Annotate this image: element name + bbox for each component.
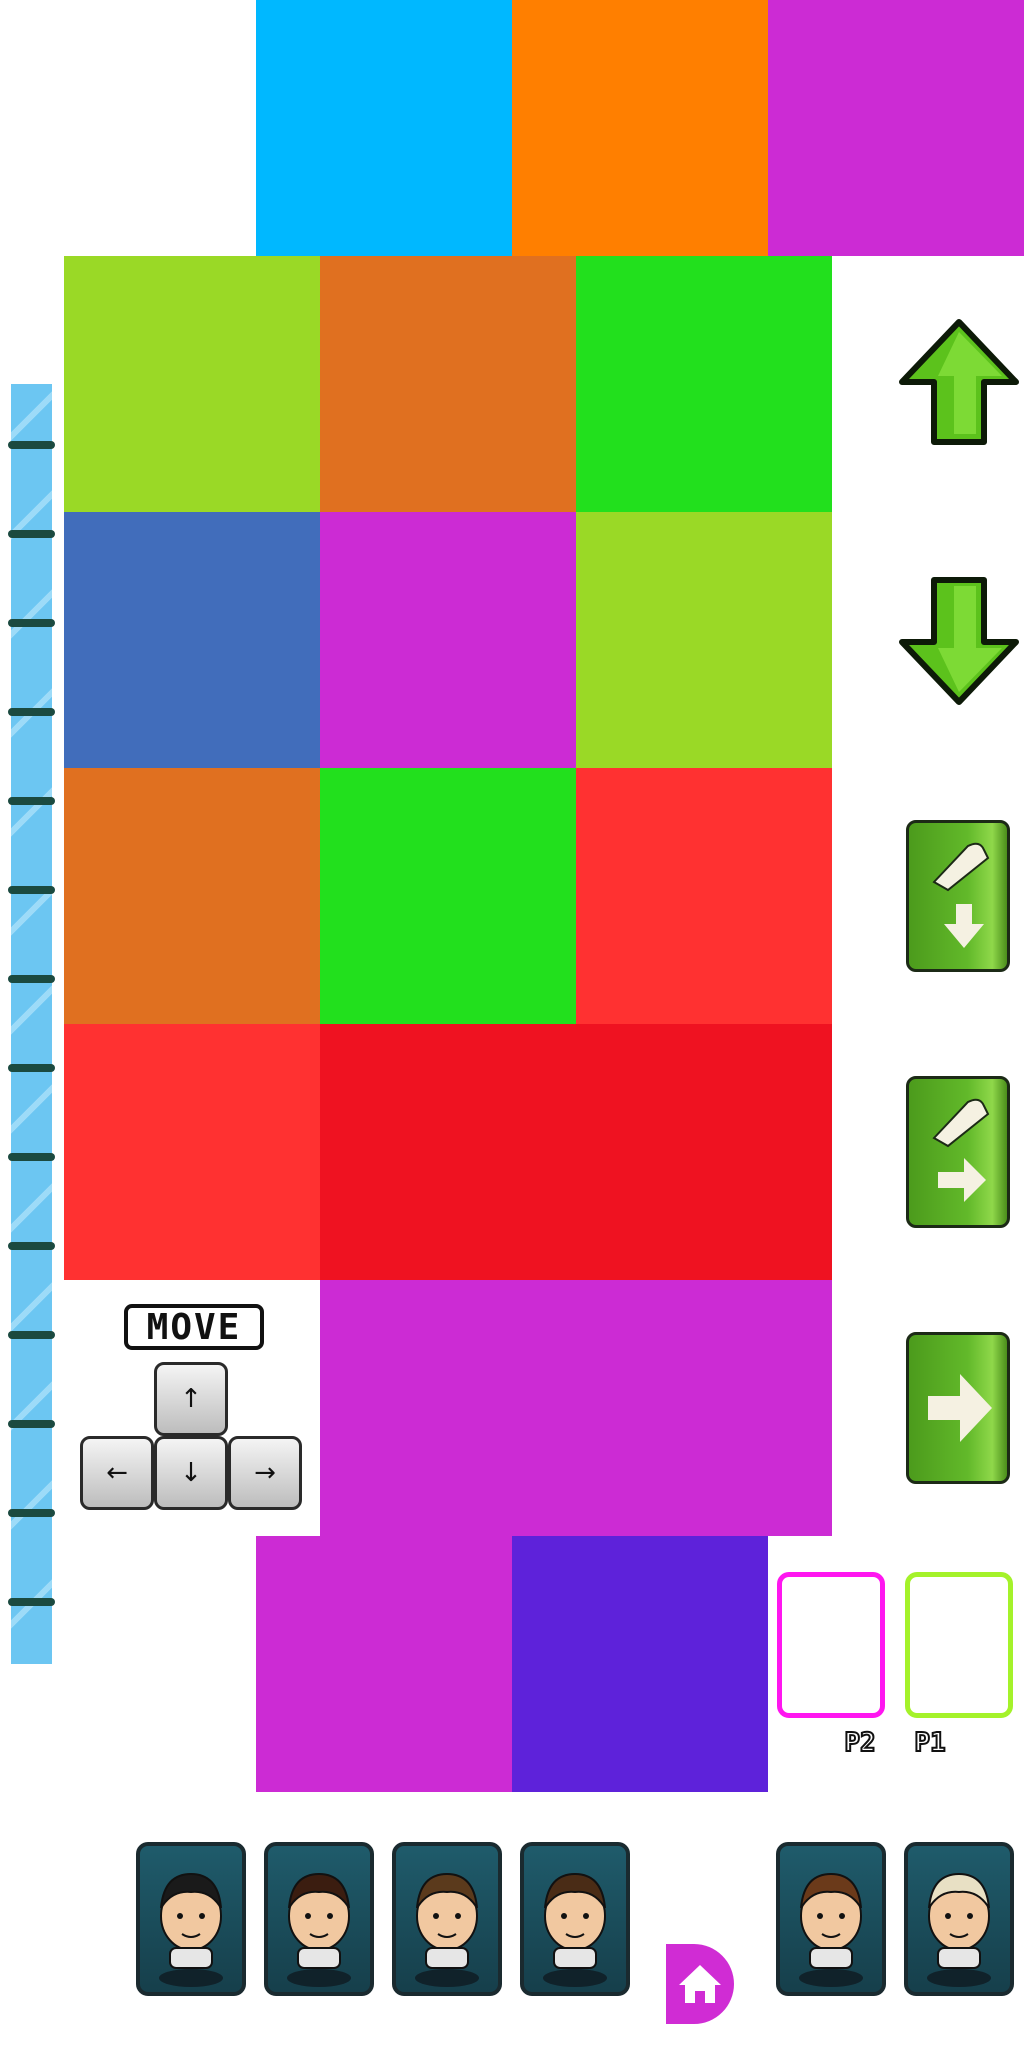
player-face-icon xyxy=(415,1872,479,1987)
player-afro-card[interactable] xyxy=(264,1842,374,1996)
tile-crimson-wide[interactable] xyxy=(320,1024,832,1280)
tile-magenta-3[interactable] xyxy=(256,1536,512,1792)
player-face-icon xyxy=(927,1872,991,1987)
shoe-kick-right-icon xyxy=(932,1098,990,1202)
arrow-down-icon[interactable] xyxy=(898,576,1020,706)
ruler-tick xyxy=(8,708,55,716)
key-right[interactable]: → xyxy=(228,1436,302,1510)
tile-rust[interactable] xyxy=(320,256,576,512)
ruler-tick xyxy=(8,886,55,894)
kick-right-button[interactable] xyxy=(906,1076,1010,1228)
tile-green[interactable] xyxy=(576,256,832,512)
ruler-tick xyxy=(8,1331,55,1339)
tile-lime-2[interactable] xyxy=(576,512,832,768)
key-up-label: ↑ xyxy=(180,1384,202,1414)
ruler-tick xyxy=(8,1598,55,1606)
ruler-tick xyxy=(8,1242,55,1250)
key-right-label: → xyxy=(254,1458,276,1488)
key-down-label: ↓ xyxy=(180,1458,202,1488)
player-usa-card[interactable] xyxy=(520,1842,630,1996)
ruler-tick xyxy=(8,441,55,449)
move-title: MOVE xyxy=(124,1304,264,1350)
tile-cyan[interactable] xyxy=(256,0,512,256)
ruler-tick xyxy=(8,975,55,983)
tile-magenta-wide[interactable] xyxy=(320,1280,832,1536)
tile-magenta-2[interactable] xyxy=(320,512,576,768)
ruler-tick xyxy=(8,1420,55,1428)
home-button[interactable] xyxy=(666,1944,734,2024)
ruler-tick xyxy=(8,619,55,627)
key-left-label: ← xyxy=(106,1458,128,1488)
home-icon xyxy=(679,1965,721,2003)
next-button[interactable] xyxy=(906,1332,1010,1484)
ruler-tick xyxy=(8,530,55,538)
arrow-right-icon xyxy=(928,1374,992,1442)
key-up[interactable]: ↑ xyxy=(154,1362,228,1436)
player-face-icon xyxy=(543,1872,607,1987)
tile-blue[interactable] xyxy=(64,512,320,768)
key-down[interactable]: ↓ xyxy=(154,1436,228,1510)
ruler-tick xyxy=(8,1064,55,1072)
kick-down-button[interactable] xyxy=(906,820,1010,972)
ruler-bar xyxy=(8,384,55,1664)
ruler-tick xyxy=(8,1509,55,1517)
tile-magenta[interactable] xyxy=(768,0,1024,256)
player-face-icon xyxy=(159,1872,223,1987)
ruler-tick xyxy=(8,1153,55,1161)
player-italy-card[interactable] xyxy=(392,1842,502,1996)
shoe-kick-down-icon xyxy=(932,842,990,948)
player-brazil-card[interactable] xyxy=(904,1842,1014,1996)
arrow-up-icon[interactable] xyxy=(898,318,1020,448)
tile-red[interactable] xyxy=(576,768,832,1024)
tile-violet[interactable] xyxy=(512,1536,768,1792)
tile-lime[interactable] xyxy=(64,256,320,512)
tile-green-2[interactable] xyxy=(320,768,576,1024)
player-uruguay-card[interactable] xyxy=(136,1842,246,1996)
player-argentina-card[interactable] xyxy=(776,1842,886,1996)
slot-p2-label: P2 xyxy=(843,1727,876,1759)
player-face-icon xyxy=(799,1872,863,1987)
tile-orange[interactable] xyxy=(512,0,768,256)
slot-p1[interactable] xyxy=(905,1572,1013,1718)
tile-red-2[interactable] xyxy=(64,1024,320,1280)
slot-p1-label: P1 xyxy=(913,1727,946,1759)
tile-rust-2[interactable] xyxy=(64,768,320,1024)
slot-p2[interactable] xyxy=(777,1572,885,1718)
ruler-tick xyxy=(8,797,55,805)
key-left[interactable]: ← xyxy=(80,1436,154,1510)
player-face-icon xyxy=(287,1872,351,1987)
